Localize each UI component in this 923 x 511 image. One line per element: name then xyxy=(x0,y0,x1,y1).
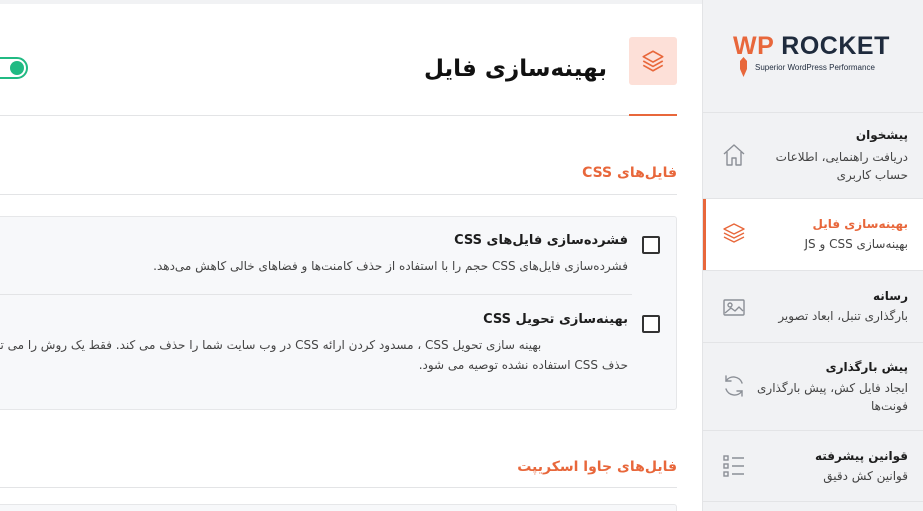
toggle-knob xyxy=(10,61,24,75)
header-divider xyxy=(0,115,677,116)
optimize-css-delivery-checkbox[interactable] xyxy=(642,315,660,333)
home-icon xyxy=(723,144,745,166)
optimize-css-delivery-description-line2: حذف CSS استفاده نشده توصیه می شود. xyxy=(418,358,628,372)
layers-icon xyxy=(723,223,745,243)
rocket-flame-icon xyxy=(740,57,747,77)
sidebar-item-dashboard[interactable]: پیشخوان دریافت راهنمایی، اطلاعات حساب کا… xyxy=(703,112,923,198)
section-divider-js xyxy=(0,487,677,488)
sidebar-item-title: بهینه‌سازی فایل xyxy=(812,217,908,231)
sidebar-item-title: پیشخوان xyxy=(855,128,908,142)
header-icon-box xyxy=(629,37,677,85)
minify-css-title: فشرده‌سازی فایل‌های CSS xyxy=(454,233,628,248)
section-divider-css xyxy=(0,194,677,195)
sidebar-item-subtitle: دریافت راهنمایی، اطلاعات حساب کاربری xyxy=(775,150,908,182)
wp-rocket-logo[interactable]: WP ROCKET Superior WordPress Performance xyxy=(733,30,898,80)
sidebar-item-title: قوانین پیشرفته xyxy=(815,449,908,463)
sidebar-item-advanced-rules[interactable]: قوانین پیشرفته قوانین کش دقیق xyxy=(703,430,923,502)
optimize-css-delivery-description-line1: بهینه سازی تحویل CSS ، مسدود کردن ارائه … xyxy=(0,338,542,352)
sidebar-item-preload[interactable]: پیش بارگذاری ایجاد فایل کش، پیش بارگذاری… xyxy=(703,342,923,430)
optimize-css-delivery-title: بهینه‌سازی تحویل CSS xyxy=(483,312,628,327)
section-title-css: فایل‌های CSS xyxy=(582,165,677,181)
module-toggle[interactable] xyxy=(0,57,28,79)
main-panel: بهینه‌سازی فایل فایل‌های CSS فشرده‌سازی … xyxy=(0,4,702,511)
section-title-js: فایل‌های جاوا اسکریپت xyxy=(517,459,677,475)
sidebar-item-subtitle: قوانین کش دقیق xyxy=(823,469,908,483)
logo-wordmark: WP ROCKET xyxy=(733,32,890,60)
list-icon xyxy=(723,455,744,477)
sidebar-item-file-optimization[interactable]: بهینه‌سازی فایل بهینه‌سازی CSS و JS xyxy=(703,198,923,270)
sidebar-item-title: پیش بارگذاری xyxy=(825,360,908,374)
sidebar: WP ROCKET Superior WordPress Performance… xyxy=(702,0,923,511)
refresh-icon xyxy=(725,375,743,397)
layers-icon xyxy=(642,50,664,72)
js-options-card xyxy=(0,504,677,511)
minify-css-checkbox[interactable] xyxy=(642,236,660,254)
sidebar-item-media[interactable]: رسانه بارگذاری تنبل، ابعاد تصویر xyxy=(703,270,923,342)
sidebar-item-subtitle: بهینه‌سازی CSS و JS xyxy=(804,237,908,251)
sidebar-item-title: رسانه xyxy=(873,289,908,303)
logo-tagline: Superior WordPress Performance xyxy=(755,63,875,72)
minify-css-description: فشرده‌سازی فایل‌های CSS حجم را با استفاد… xyxy=(153,259,628,273)
sidebar-item-subtitle: بارگذاری تنبل، ابعاد تصویر xyxy=(778,309,908,323)
sidebar-item-subtitle: ایجاد فایل کش، پیش بارگذاری فونت‌ها xyxy=(757,381,908,413)
image-icon xyxy=(723,299,745,316)
page-title: بهینه‌سازی فایل xyxy=(424,56,607,82)
options-divider xyxy=(0,294,632,295)
header-accent-underline xyxy=(629,114,677,116)
